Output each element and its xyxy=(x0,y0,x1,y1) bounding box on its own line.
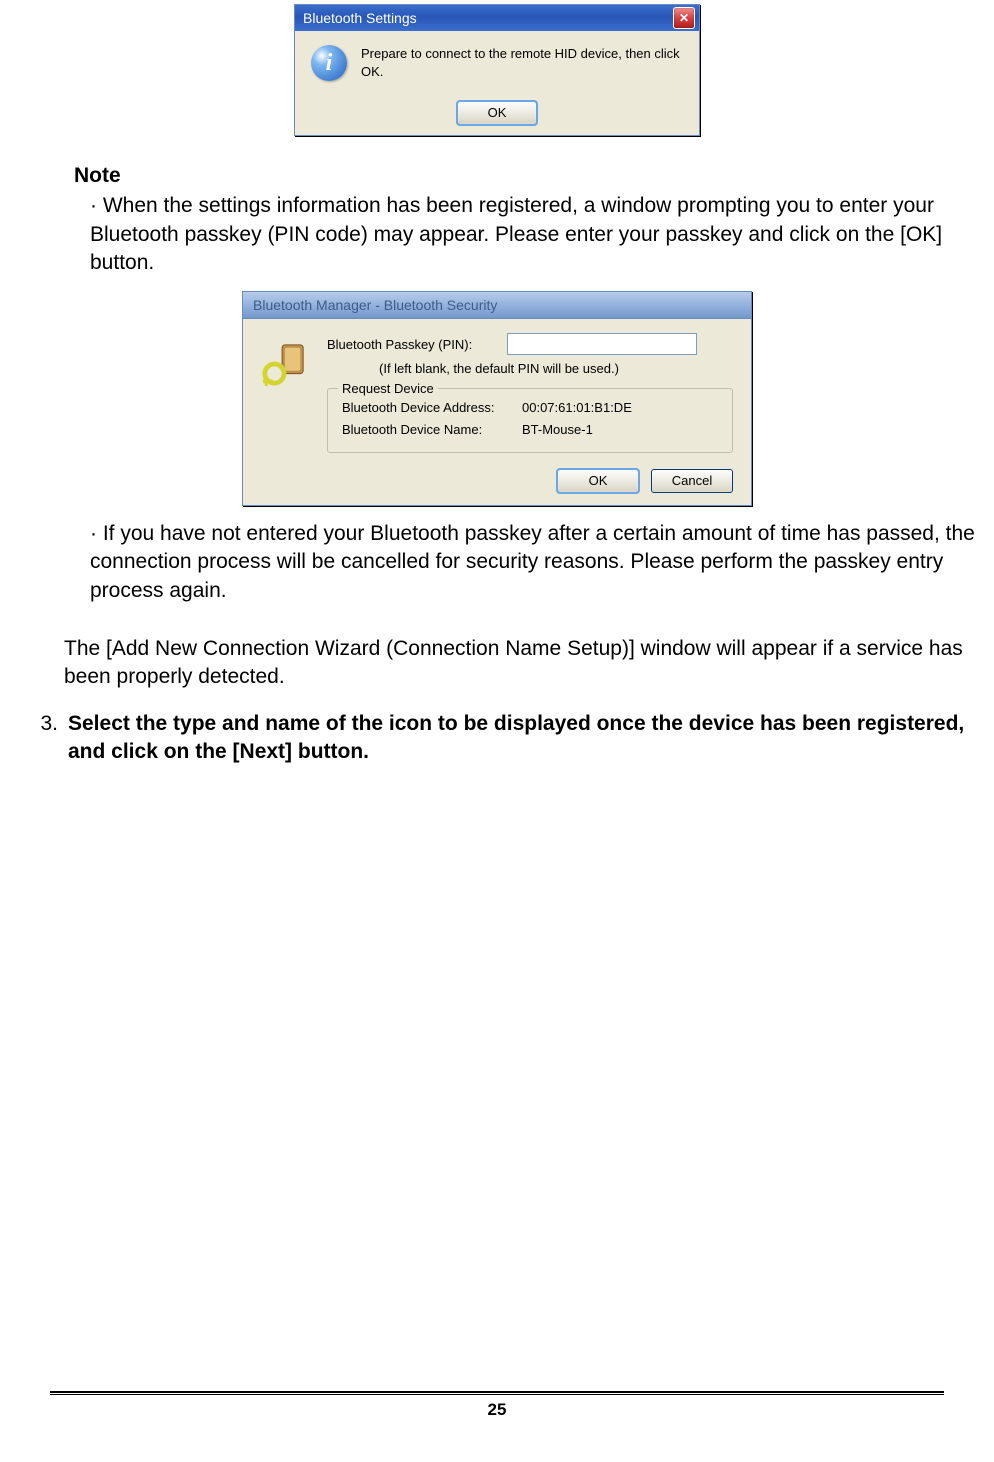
ok-button[interactable]: OK xyxy=(557,469,639,493)
page-footer: 25 xyxy=(50,1391,944,1422)
passkey-input[interactable] xyxy=(507,333,697,355)
ok-button[interactable]: OK xyxy=(457,101,537,125)
key-icon xyxy=(261,333,311,453)
dialog-titlebar: Bluetooth Manager - Bluetooth Security xyxy=(243,292,751,319)
request-device-group: Request Device Bluetooth Device Address:… xyxy=(327,388,733,453)
info-icon: i xyxy=(311,45,347,81)
passkey-label: Bluetooth Passkey (PIN): xyxy=(327,336,507,354)
cancel-button[interactable]: Cancel xyxy=(651,469,733,493)
fieldset-legend: Request Device xyxy=(338,380,438,398)
dialog-titlebar: Bluetooth Settings xyxy=(295,5,699,31)
step-3: 3. Select the type and name of the icon … xyxy=(38,710,984,767)
device-name-label: Bluetooth Device Name: xyxy=(342,421,522,439)
note-item-2: · If you have not entered your Bluetooth… xyxy=(90,520,984,605)
dialog-title: Bluetooth Manager - Bluetooth Security xyxy=(253,296,497,315)
close-icon[interactable] xyxy=(673,7,695,29)
device-address-value: 00:07:61:01:B1:DE xyxy=(522,399,632,417)
bluetooth-settings-dialog: Bluetooth Settings i Prepare to connect … xyxy=(294,4,700,136)
note-heading: Note xyxy=(74,162,984,190)
note-item-1: · When the settings information has been… xyxy=(90,192,984,277)
bluetooth-security-dialog: Bluetooth Manager - Bluetooth Security B… xyxy=(242,291,752,506)
detection-paragraph: The [Add New Connection Wizard (Connecti… xyxy=(64,635,984,692)
device-name-value: BT-Mouse-1 xyxy=(522,421,593,439)
passkey-hint: (If left blank, the default PIN will be … xyxy=(379,360,733,378)
page-number: 25 xyxy=(50,1399,944,1422)
dialog-title: Bluetooth Settings xyxy=(303,9,417,28)
step-number: 3. xyxy=(38,710,58,767)
dialog-message: Prepare to connect to the remote HID dev… xyxy=(361,45,683,80)
device-address-label: Bluetooth Device Address: xyxy=(342,399,522,417)
step-text: Select the type and name of the icon to … xyxy=(68,710,984,767)
